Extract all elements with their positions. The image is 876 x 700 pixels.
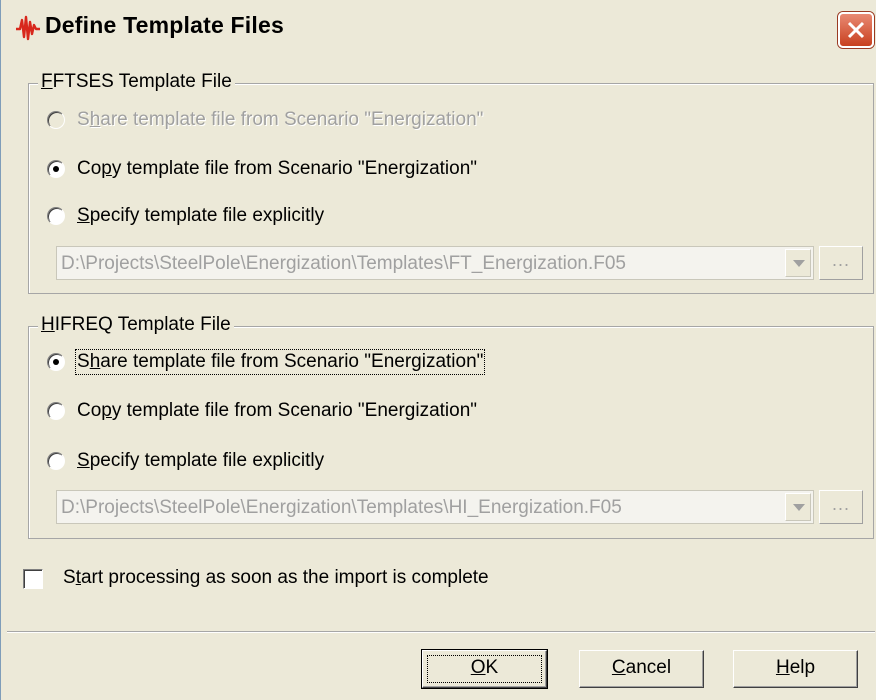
hifreq-path-dropdown-button[interactable] [785,493,811,521]
fftses-path-combo[interactable]: D:\Projects\SteelPole\Energization\Templ… [56,246,814,280]
hifreq-copy-radio[interactable] [47,402,65,420]
window-title: Define Template Files [45,12,284,38]
divider [7,631,875,633]
hifreq-browse-button[interactable]: ... [819,490,863,524]
start-processing-checkbox[interactable] [23,569,43,589]
hifreq-path-combo[interactable]: D:\Projects\SteelPole\Energization\Templ… [56,490,814,524]
title-bar[interactable]: Define Template Files [1,0,876,56]
fftses-group-title: FFTSES Template File [38,71,235,93]
chevron-down-icon [793,260,805,267]
define-template-files-dialog: Define Template Files FFTSES Template Fi… [0,0,876,700]
hifreq-path-value: D:\Projects\SteelPole\Energization\Templ… [61,497,622,518]
hifreq-group-title: HIFREQ Template File [38,314,234,336]
hifreq-specify-label: Specify template file explicitly [77,450,325,471]
waveform-icon [16,15,40,41]
fftses-specify-label: Specify template file explicitly [77,205,325,226]
hifreq-share-radio[interactable] [47,353,65,371]
fftses-path-dropdown-button[interactable] [785,249,811,277]
close-icon [847,21,865,39]
hifreq-copy-label: Copy template file from Scenario "Energi… [77,400,478,421]
fftses-copy-label: Copy template file from Scenario "Energi… [77,158,478,179]
help-button[interactable]: Help [733,650,858,688]
fftses-path-value: D:\Projects\SteelPole\Energization\Templ… [61,253,626,274]
hifreq-share-label: Share template file from Scenario "Energ… [74,349,486,375]
ok-button[interactable]: OK [421,649,548,689]
fftses-browse-button[interactable]: ... [819,246,863,280]
fftses-specify-radio[interactable] [47,207,65,225]
hifreq-specify-radio[interactable] [47,452,65,470]
start-processing-label[interactable]: Start processing as soon as the import i… [63,567,489,589]
chevron-down-icon [793,504,805,511]
fftses-share-label: Share template file from Scenario "Energ… [77,109,484,130]
cancel-button[interactable]: Cancel [579,650,704,688]
fftses-share-radio[interactable] [47,111,65,129]
close-button[interactable] [838,12,874,48]
fftses-copy-radio[interactable] [47,160,65,178]
